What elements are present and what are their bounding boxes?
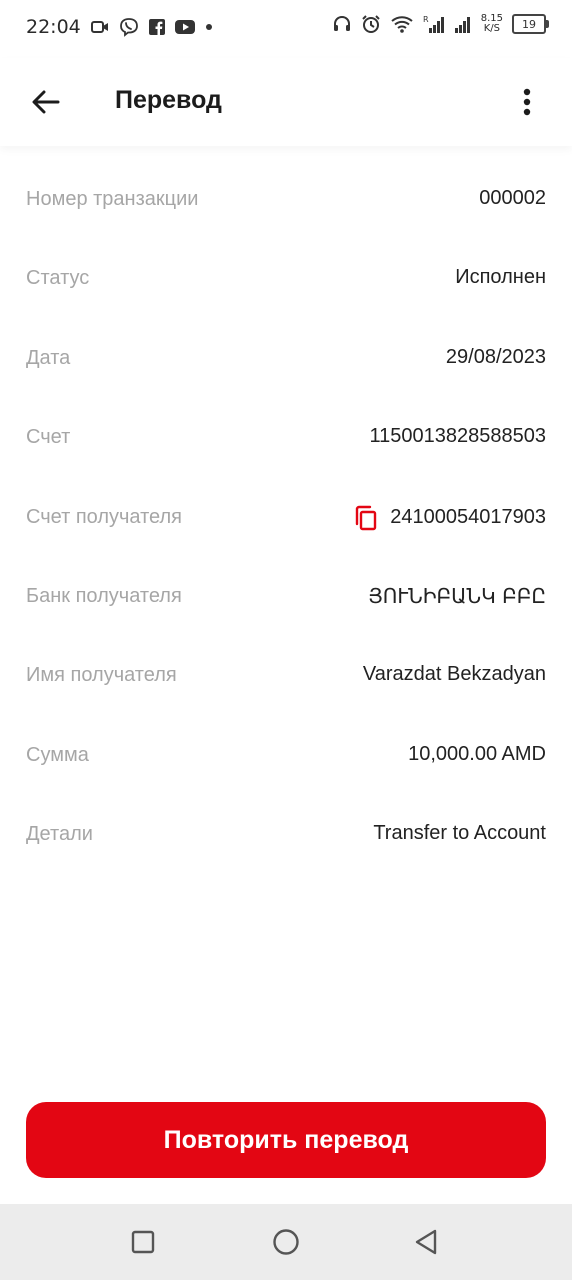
battery-level: 19 (522, 17, 536, 31)
detail-value: 24100054017903 (354, 505, 546, 531)
repeat-transfer-button[interactable]: Повторить перевод (26, 1102, 546, 1178)
wifi-icon (390, 15, 414, 33)
arrow-left-icon (32, 90, 60, 114)
detail-row-recipient-name: Имя получателя Varazdat Bekzadyan (0, 636, 572, 715)
recipient-bank-value: ՅՈՒՆԻԲԱՆԿ ԲԲԸ (368, 583, 546, 608)
app-header: Перевод (0, 58, 572, 146)
detail-row-recipient-account: Счет получателя 24100054017903 (0, 478, 572, 557)
back-button[interactable] (26, 82, 66, 122)
detail-label: Счет получателя (26, 505, 182, 528)
youtube-icon (174, 20, 195, 34)
network-speed: 8.15 K/S (481, 14, 503, 34)
detail-row-recipient-bank: Банк получателя ՅՈՒՆԻԲԱՆԿ ԲԲԸ (0, 557, 572, 636)
detail-row-transaction-number: Номер транзакции 000002 (0, 160, 572, 239)
detail-value: 000002 (479, 187, 546, 210)
network-speed-unit: K/S (483, 23, 500, 34)
signal-r-icon: R (423, 14, 445, 34)
copy-icon[interactable] (354, 505, 378, 531)
detail-label: Сумма (26, 743, 89, 766)
amount-value: 10,000.00 AMD (408, 742, 546, 765)
date-value: 29/08/2023 (445, 345, 546, 368)
status-value: Исполнен (455, 266, 546, 289)
square-icon (131, 1230, 155, 1254)
headset-icon (332, 14, 352, 34)
detail-label: Статус (26, 267, 90, 290)
detail-value: 29/08/2023 (446, 346, 546, 369)
detail-value: Varazdat Bekzadyan (363, 663, 546, 686)
status-time: 22:04 (26, 16, 81, 38)
detail-row-status: Статус Исполнен (0, 239, 572, 318)
detail-value: ՅՈՒՆԻԲԱՆԿ ԲԲԸ (368, 584, 546, 608)
system-nav-bar (0, 1204, 572, 1280)
detail-label: Счет (26, 426, 71, 449)
facebook-icon (148, 19, 165, 35)
status-right: R 8.15 K/S 19 (332, 14, 549, 34)
details-value: Transfer to Account (373, 822, 546, 845)
recents-button[interactable] (125, 1224, 161, 1260)
svg-text:R: R (423, 15, 429, 24)
page-title: Перевод (115, 86, 222, 114)
home-button[interactable] (268, 1224, 304, 1260)
transaction-number-value: 000002 (479, 187, 546, 209)
back-nav-button[interactable] (408, 1224, 444, 1260)
transaction-details: Номер транзакции 000002 Статус Исполнен … (0, 160, 572, 875)
recipient-account-value: 24100054017903 (390, 506, 546, 529)
circle-icon (273, 1229, 299, 1255)
more-options-button[interactable] (512, 82, 542, 122)
detail-value: 1150013828588503 (370, 425, 546, 448)
detail-row-amount: Сумма 10,000.00 AMD (0, 716, 572, 795)
account-value: 1150013828588503 (369, 425, 546, 448)
viber-icon (119, 17, 139, 37)
detail-label: Имя получателя (26, 664, 177, 687)
recipient-name-value: Varazdat Bekzadyan (362, 663, 546, 686)
more-vertical-icon (523, 88, 531, 116)
detail-row-details: Детали Transfer to Account (0, 795, 572, 874)
status-bar: 22:04 R 8.15 K/S 19 (0, 0, 572, 58)
status-left: 22:04 (26, 16, 213, 38)
battery-icon: 19 (512, 14, 549, 34)
detail-value: Transfer to Account (373, 822, 546, 845)
detail-value: Исполнен (455, 266, 546, 289)
detail-label: Дата (26, 346, 71, 369)
detail-value: 10,000.00 AMD (408, 743, 546, 766)
dot-icon (205, 23, 213, 31)
detail-row-account: Счет 1150013828588503 (0, 398, 572, 477)
detail-label: Банк получателя (26, 584, 182, 607)
alarm-icon (361, 14, 381, 34)
detail-label: Номер транзакции (26, 188, 199, 210)
signal-icon (454, 14, 472, 34)
triangle-back-icon (415, 1229, 437, 1255)
video-call-icon (90, 20, 109, 34)
detail-label: Детали (26, 823, 93, 846)
detail-row-date: Дата 29/08/2023 (0, 319, 572, 398)
